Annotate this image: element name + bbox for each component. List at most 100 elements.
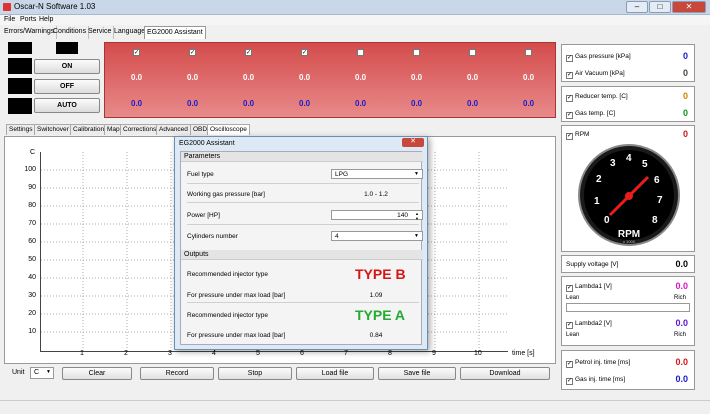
rpm-checkbox[interactable]: ✓ [566, 133, 573, 140]
unit-select-value: C [34, 369, 40, 376]
reducer-temp-checkbox[interactable]: ✓ [566, 95, 573, 102]
load-file-button[interactable]: Load file [296, 367, 374, 380]
tab-switchover[interactable]: Switchover [34, 124, 72, 135]
cylinder-3-checkbox[interactable]: ✓ [245, 49, 252, 56]
cylinders-select[interactable]: 4 ▼ [331, 231, 423, 241]
menu-file[interactable]: File [4, 16, 15, 23]
y-tick-10: 10 [28, 328, 36, 335]
cylinder-7-gas-value: 0.0 [467, 99, 479, 108]
rpm-value: 0 [682, 129, 688, 139]
menu-ports[interactable]: Ports [20, 16, 36, 23]
menu-help[interactable]: Help [39, 16, 53, 23]
rpm-label: RPM [575, 131, 590, 138]
cylinder-1-gas-value: 0.0 [131, 99, 143, 108]
working-pressure-label: Working gas pressure [bar] [187, 191, 265, 198]
tab-oscilloscope[interactable]: Oscilloscope [207, 124, 250, 135]
cylinder-5-checkbox[interactable] [357, 49, 364, 56]
on-button[interactable]: ON [34, 59, 100, 74]
maximize-button[interactable]: □ [649, 1, 671, 13]
temperature-panel: ✓ Reducer temp. [C] 0 ✓ Gas temp. [C] 0 [561, 86, 695, 122]
gas-temp-checkbox[interactable]: ✓ [566, 112, 573, 119]
download-button[interactable]: Download [460, 367, 550, 380]
tab-advanced[interactable]: Advanced [156, 124, 191, 135]
lambda1-checkbox[interactable]: ✓ [566, 285, 573, 292]
lambda2-lean-label: Lean [566, 332, 580, 338]
x-axis-label: time [s] [512, 350, 535, 357]
y-tick-80: 80 [28, 202, 36, 209]
unit-label: Unit [12, 369, 25, 376]
main-tabs: Errors/Warnings Conditions Service Langu… [0, 26, 560, 40]
supply-voltage-label: Supply voltage [V] [566, 261, 619, 268]
cylinder-2-checkbox[interactable]: ✓ [189, 49, 196, 56]
y-unit-label: C [30, 149, 36, 156]
petrol-inj-checkbox[interactable]: ✓ [566, 361, 573, 368]
tab-language[interactable]: Language [112, 26, 149, 39]
stepper-icon[interactable]: ▲ ▼ [415, 211, 419, 221]
pressure-value-1: 1.09 [369, 292, 383, 299]
off-button[interactable]: OFF [34, 79, 100, 94]
clear-button[interactable]: Clear [62, 367, 132, 380]
settings-tabs: Settings Switchover Calibration Map Corr… [4, 124, 556, 136]
lambda2-value: 0.0 [675, 318, 688, 328]
tab-settings[interactable]: Settings [6, 124, 36, 135]
fuel-type-label: Fuel type [187, 171, 214, 178]
tab-errors-warnings[interactable]: Errors/Warnings [2, 26, 58, 39]
y-tick-90: 90 [28, 184, 36, 191]
air-vacuum-label: Air Vacuum [kPa] [575, 70, 625, 77]
unit-select[interactable]: C ▼ [30, 367, 54, 379]
working-pressure-value: 1.0 - 1.2 [364, 191, 388, 198]
rec-injector-value-2: TYPE A [355, 307, 406, 323]
outputs-header: Outputs [181, 250, 423, 260]
supply-voltage-value: 0.0 [675, 259, 688, 269]
lambda1-value: 0.0 [675, 281, 688, 291]
power-label: Power [HP] [187, 212, 220, 219]
cylinder-2-value: 0.0 [187, 73, 199, 82]
lambda2-rich-label: Rich [674, 332, 687, 338]
x-tick-9: 9 [432, 350, 436, 357]
x-tick-2: 2 [124, 350, 128, 357]
cylinder-7-checkbox[interactable] [469, 49, 476, 56]
gas-inj-checkbox[interactable]: ✓ [566, 378, 573, 385]
fuel-type-value: LPG [335, 171, 349, 178]
record-button[interactable]: Record [140, 367, 214, 380]
cylinder-1-checkbox[interactable]: ✓ [133, 49, 140, 56]
power-value: 140 [397, 212, 408, 219]
minimize-button[interactable]: – [626, 1, 648, 13]
close-button[interactable]: ✕ [672, 1, 706, 13]
cylinder-4-checkbox[interactable]: ✓ [301, 49, 308, 56]
status-indicator-5 [8, 98, 32, 114]
cylinders-label: Cylinders number [187, 233, 238, 240]
cylinder-8-checkbox[interactable] [525, 49, 532, 56]
tab-corrections[interactable]: Corrections [120, 124, 160, 135]
tab-eg2000-assistant[interactable]: EG2000 Assistant [144, 26, 206, 39]
air-vacuum-row: ✓ Air Vacuum [kPa] [566, 70, 625, 79]
gauge-number-4: 4 [626, 153, 632, 164]
air-vacuum-checkbox[interactable]: ✓ [566, 72, 573, 79]
save-file-button[interactable]: Save file [378, 367, 456, 380]
pressure-panel: ✓ Gas pressure [kPa] 0 ✓ Air Vacuum [kPa] … [561, 44, 695, 82]
cylinder-6-value: 0.0 [411, 73, 423, 82]
tab-calibration[interactable]: Calibration [70, 124, 108, 135]
power-input[interactable]: 140 ▲ ▼ [331, 210, 423, 221]
tab-service[interactable]: Service [86, 26, 115, 39]
tab-conditions[interactable]: Conditions [51, 26, 90, 39]
divider [187, 302, 419, 303]
status-indicator-3 [8, 58, 32, 74]
stop-button[interactable]: Stop [218, 367, 292, 380]
lambda1-lean-label: Lean [566, 295, 580, 301]
injection-panel: ✓ Petrol inj. time [ms] 0.0 ✓ Gas inj. tim… [561, 350, 695, 390]
rpm-row: ✓ RPM [566, 131, 589, 140]
gauge-number-6: 6 [654, 175, 660, 186]
window-title: Oscar-N Software 1.03 [14, 2, 96, 11]
auto-button[interactable]: AUTO [34, 98, 100, 113]
chevron-down-icon: ▼ [46, 369, 51, 375]
lambda2-checkbox[interactable]: ✓ [566, 322, 573, 329]
gas-pressure-checkbox[interactable]: ✓ [566, 55, 573, 62]
rec-injector-value-1: TYPE B [355, 266, 406, 282]
petrol-inj-label: Petrol inj. time [ms] [575, 359, 631, 366]
fuel-type-select[interactable]: LPG ▼ [331, 169, 423, 179]
status-indicator-2 [56, 42, 78, 54]
gas-temp-row: ✓ Gas temp. [C] [566, 110, 615, 119]
dialog-close-icon[interactable]: ✕ [402, 138, 424, 147]
cylinder-6-checkbox[interactable] [413, 49, 420, 56]
